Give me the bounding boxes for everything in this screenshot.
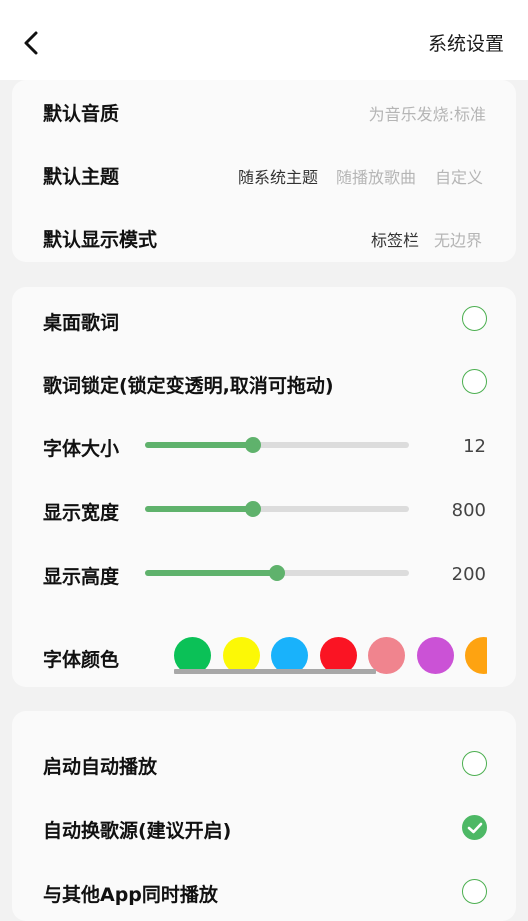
- font-size-label: 字体大小: [43, 438, 120, 460]
- display-mode-option-tabbar[interactable]: 标签栏: [371, 227, 419, 251]
- lyrics-lock-row: 歌词锁定(锁定变透明,取消可拖动): [12, 367, 516, 397]
- auto-source-label: 自动换歌源(建议开启): [43, 820, 232, 842]
- font-size-row: 字体大小 12: [12, 431, 516, 461]
- desktop-lyrics-row: 桌面歌词: [12, 304, 516, 334]
- default-quality-row[interactable]: 默认音质 为音乐发烧:标准: [12, 97, 516, 127]
- theme-option-custom[interactable]: 自定义: [435, 164, 483, 188]
- display-height-slider[interactable]: [145, 565, 409, 581]
- lyrics-lock-label: 歌词锁定(锁定变透明,取消可拖动): [43, 375, 334, 397]
- display-width-row: 显示宽度 800: [12, 495, 516, 525]
- default-display-mode-row: 默认显示模式 标签栏 无边界: [12, 223, 516, 253]
- default-quality-value[interactable]: 为音乐发烧:标准: [369, 101, 486, 125]
- font-color-swatch[interactable]: [465, 637, 487, 674]
- display-width-label: 显示宽度: [43, 502, 120, 524]
- auto-play-row: 启动自动播放: [12, 749, 516, 779]
- display-height-slider-thumb[interactable]: [269, 565, 285, 581]
- mix-play-label: 与其他App同时播放: [43, 884, 218, 906]
- display-width-slider[interactable]: [145, 501, 409, 517]
- auto-source-toggle[interactable]: [462, 815, 487, 840]
- font-color-scrollbar[interactable]: [174, 669, 376, 674]
- display-height-slider-fill: [145, 570, 277, 576]
- display-width-value: 800: [451, 500, 486, 521]
- chevron-left-icon: [24, 31, 38, 55]
- general-settings-card: 默认音质 为音乐发烧:标准 默认主题 随系统主题 随播放歌曲 自定义 默认显示模…: [12, 80, 516, 262]
- auto-source-row: 自动换歌源(建议开启): [12, 813, 516, 843]
- display-mode-option-borderless[interactable]: 无边界: [434, 227, 482, 251]
- font-size-slider-fill: [145, 442, 254, 448]
- font-color-row: 字体颜色: [12, 637, 516, 687]
- desktop-lyrics-card: 桌面歌词 歌词锁定(锁定变透明,取消可拖动) 字体大小 12 显示宽度 800 …: [12, 287, 516, 687]
- display-width-slider-thumb[interactable]: [245, 501, 262, 517]
- display-height-row: 显示高度 200: [12, 559, 516, 589]
- auto-play-toggle[interactable]: [462, 751, 487, 776]
- font-size-slider-thumb[interactable]: [245, 437, 262, 453]
- display-height-label: 显示高度: [43, 566, 120, 588]
- font-color-swatch[interactable]: [416, 637, 454, 674]
- auto-play-label: 启动自动播放: [43, 756, 158, 778]
- font-size-value: 12: [463, 436, 486, 457]
- font-color-label: 字体颜色: [43, 649, 120, 671]
- mix-play-toggle[interactable]: [462, 879, 487, 904]
- default-display-mode-label: 默认显示模式: [43, 229, 158, 251]
- default-theme-label: 默认主题: [43, 166, 120, 188]
- back-button[interactable]: [18, 28, 46, 58]
- display-width-slider-fill: [145, 506, 254, 512]
- playback-settings-card: 启动自动播放 自动换歌源(建议开启) 与其他App同时播放: [12, 711, 516, 921]
- theme-option-system[interactable]: 随系统主题: [238, 164, 318, 188]
- lyrics-lock-toggle[interactable]: [462, 369, 487, 394]
- page-title: 系统设置: [427, 33, 504, 55]
- check-icon: [467, 822, 483, 834]
- default-theme-row: 默认主题 随系统主题 随播放歌曲 自定义: [12, 160, 516, 190]
- display-height-value: 200: [451, 564, 486, 585]
- default-quality-label: 默认音质: [43, 103, 120, 125]
- mix-play-row: 与其他App同时播放: [12, 877, 516, 907]
- theme-option-song[interactable]: 随播放歌曲: [336, 164, 416, 188]
- font-size-slider[interactable]: [145, 437, 409, 453]
- desktop-lyrics-toggle[interactable]: [462, 306, 487, 331]
- top-bar: 系统设置: [0, 0, 528, 80]
- desktop-lyrics-label: 桌面歌词: [43, 312, 120, 334]
